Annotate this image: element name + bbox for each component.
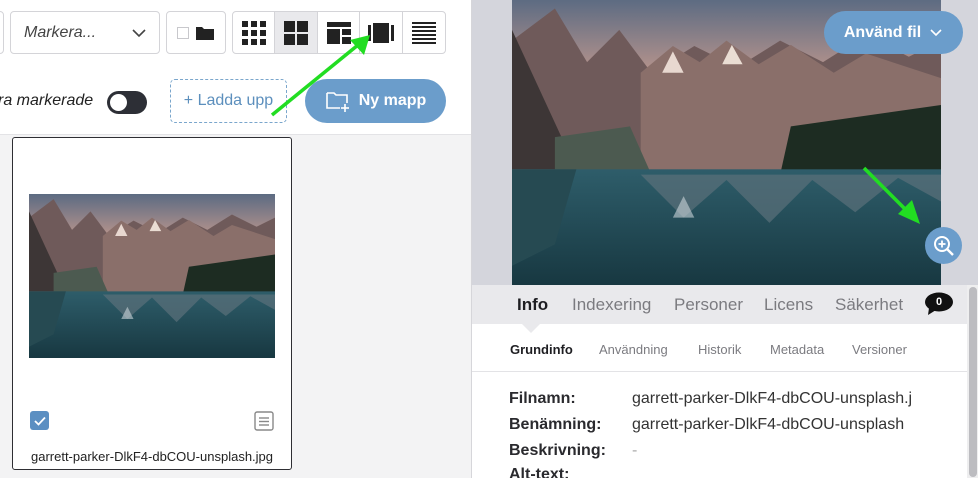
subtab-grundinfo[interactable]: Grundinfo	[510, 342, 573, 357]
tab-personer[interactable]: Personer	[674, 295, 743, 315]
info-key: Filnamn:	[509, 390, 576, 407]
info-key: Benämning:	[509, 416, 602, 433]
chevron-down-icon	[930, 28, 942, 36]
subtab-metadata[interactable]: Metadata	[770, 342, 824, 357]
new-folder-button[interactable]: Ny mapp	[305, 79, 446, 123]
file-browser-panel: Markera... ra markerade + Ladda upp Ny m…	[0, 0, 471, 478]
subtab-historik[interactable]: Historik	[698, 342, 741, 357]
upload-button[interactable]: + Ladda upp	[170, 79, 287, 123]
folder-icon	[196, 27, 214, 40]
view-masonry-button[interactable]	[318, 12, 361, 53]
grid-small-icon	[241, 20, 266, 45]
comments-button[interactable]: 0	[924, 292, 954, 316]
masonry-icon	[326, 21, 351, 44]
info-value: -	[632, 442, 638, 459]
info-key: Alt-text:	[509, 466, 570, 478]
tab-sakerhet[interactable]: Säkerhet	[835, 295, 903, 315]
info-key: Beskrivning:	[509, 442, 606, 459]
file-thumbnail[interactable]	[29, 194, 275, 358]
details-scrollbar[interactable]	[967, 285, 978, 478]
show-folders-checkbox[interactable]	[177, 27, 189, 39]
use-file-button[interactable]: Använd fil	[824, 11, 963, 54]
tab-indexering[interactable]: Indexering	[572, 295, 651, 315]
new-folder-label: Ny mapp	[358, 92, 427, 109]
view-mode-group	[232, 11, 446, 54]
file-details-panel: Använd fil Info Indexering Personer Lice…	[471, 0, 978, 478]
toolbar: Markera... ra markerade + Ladda upp Ny m…	[0, 0, 471, 135]
selection-dropdown[interactable]: Markera...	[10, 11, 160, 54]
tab-licens[interactable]: Licens	[764, 295, 813, 315]
selection-dropdown-value: Markera...	[24, 24, 97, 41]
view-grid-small-button[interactable]	[233, 12, 276, 53]
checkmark-icon	[33, 416, 46, 426]
chevron-down-icon	[132, 29, 146, 38]
info-subtabs: Grundinfo Användning Historik Metadata V…	[472, 324, 967, 372]
view-grid-large-button[interactable]	[275, 12, 318, 53]
info-value: garrett-parker-DlkF4-dbCOU-unsplash	[632, 416, 905, 433]
film-icon	[367, 22, 394, 43]
list-icon	[411, 21, 436, 44]
file-card[interactable]: garrett-parker-DlkF4-dbCOU-unsplash.jpg	[12, 137, 292, 470]
toolbar-left-control[interactable]	[0, 11, 4, 54]
comment-count: 0	[935, 296, 943, 308]
view-list-button[interactable]	[403, 12, 445, 53]
scrollbar-thumb[interactable]	[969, 287, 977, 477]
use-file-label: Använd fil	[843, 23, 922, 41]
document-details-icon[interactable]	[254, 411, 274, 431]
subtab-versioner[interactable]: Versioner	[852, 342, 907, 357]
show-selected-label: ra markerade	[0, 92, 94, 109]
show-folders-toggle[interactable]	[166, 11, 226, 54]
info-value: garrett-parker-DlkF4-dbCOU-unsplash.j	[632, 390, 913, 407]
view-film-button[interactable]	[360, 12, 403, 53]
show-selected-switch[interactable]	[107, 91, 147, 114]
grid-large-icon	[284, 20, 309, 45]
file-name-label: garrett-parker-DlkF4-dbCOU-unsplash.jpg	[30, 449, 274, 464]
tab-info[interactable]: Info	[517, 295, 548, 315]
preview-area: Använd fil	[472, 0, 978, 285]
subtab-anvandning[interactable]: Användning	[599, 342, 668, 357]
file-select-checkbox[interactable]	[30, 411, 49, 430]
switch-knob	[110, 94, 127, 111]
zoom-in-icon	[933, 235, 954, 256]
zoom-button[interactable]	[925, 227, 962, 264]
detail-tabs: Info Indexering Personer Licens Säkerhet…	[472, 285, 967, 333]
folder-plus-icon	[325, 92, 349, 112]
thumbnail-image	[29, 194, 275, 358]
